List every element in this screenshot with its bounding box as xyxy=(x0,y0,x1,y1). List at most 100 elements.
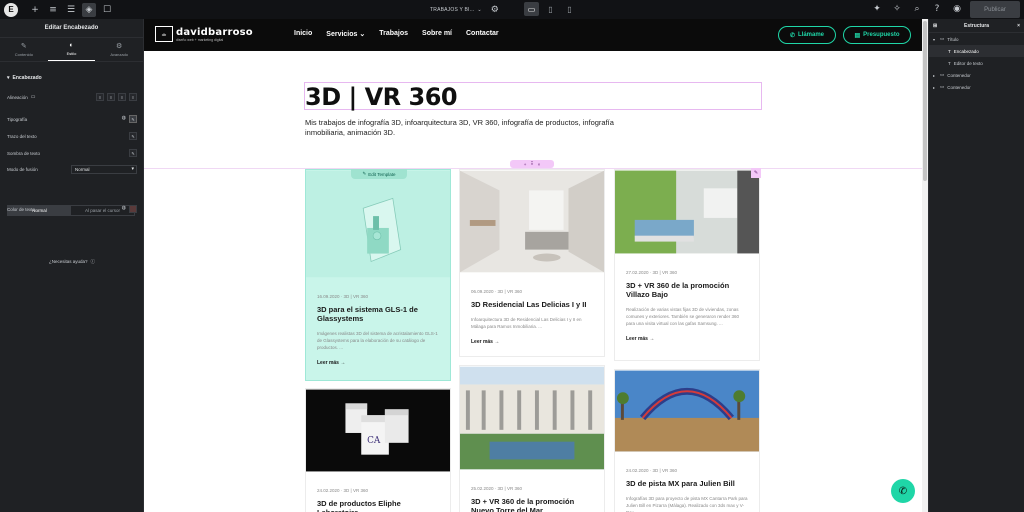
edit-typography-button[interactable]: ✎ xyxy=(129,115,137,123)
ai-icon[interactable]: ✦ xyxy=(870,2,884,16)
structure-item[interactable]: ▾ ▭ Título xyxy=(929,33,1024,45)
chevron-down-icon: ▾ xyxy=(7,75,10,81)
card-title[interactable]: 3D de pista MX para Julien Bill xyxy=(626,479,748,488)
layers-icon[interactable]: ◈ xyxy=(82,2,96,17)
editor-topbar: E + ≡ ☰ ◈ ☐ TRABAJOS Y BI... ⌄ ⚙ ▭ ▯ ▯ ✦… xyxy=(0,0,1024,19)
card-title[interactable]: 3D para el sistema GLS-1 de Glassystems xyxy=(317,305,439,323)
card-title[interactable]: 3D + VR 360 de la promoción Nuevo Torre … xyxy=(471,497,593,512)
blend-mode-select[interactable]: Normal xyxy=(71,164,137,174)
section-heading[interactable]: ▾ Encabezado xyxy=(0,71,143,85)
element-icon: ▭ xyxy=(940,72,945,77)
edit-stroke-button[interactable]: ✎ xyxy=(129,132,137,140)
structure-icon: ⊞ xyxy=(933,22,938,29)
structure-panel: ⊞ Estructura × ▾ ▭ Título T Encabezado T Edito… xyxy=(928,19,1024,512)
close-icon[interactable]: × xyxy=(1017,23,1020,29)
portfolio-card[interactable]: CA 24.02.2020 · 3D | VR 360 3D de produc… xyxy=(305,388,451,512)
card-meta: 24.02.2020 · 3D | VR 360 xyxy=(626,468,677,473)
page-name: TRABAJOS Y BI... xyxy=(430,6,475,13)
pencil-icon: ✎ xyxy=(362,171,367,176)
page-subtitle[interactable]: Mis trabajos de infografía 3D, infoarqui… xyxy=(305,118,625,138)
desktop-icon[interactable]: ▭ xyxy=(524,2,539,16)
nav-item-contactar[interactable]: Contactar xyxy=(466,30,499,38)
add-element-icon[interactable]: + xyxy=(28,3,42,17)
call-label: Llámame xyxy=(798,32,825,38)
structure-item[interactable]: T Encabezado xyxy=(929,45,1024,57)
tab-label: Avanzado xyxy=(110,52,129,57)
section-handle[interactable]: + ⠿ × xyxy=(510,160,554,168)
portfolio-card[interactable]: 25.02.2020 · 3D | VR 360 3D + VR 360 de … xyxy=(459,365,605,512)
structure-icon[interactable]: ☰ xyxy=(64,3,78,17)
structure-title: Estructura xyxy=(963,22,989,29)
edit-widget-icon[interactable]: ✎ xyxy=(751,168,761,178)
structure-item[interactable]: ▸ ▭ Contenedor xyxy=(929,69,1024,81)
typography-label: Tipografía xyxy=(7,116,28,122)
help-link[interactable]: ¿Necesitas ayuda? ⓘ xyxy=(0,259,144,265)
scrollbar-thumb[interactable] xyxy=(923,21,927,181)
nav-item-inicio[interactable]: Inicio xyxy=(294,30,312,38)
structure-item[interactable]: ▸ ▭ Contenedor xyxy=(929,81,1024,93)
globe-icon[interactable]: ◍ xyxy=(122,115,126,123)
chevron-icon: ▾ xyxy=(933,36,936,42)
tab-advanced[interactable]: ⚙ Avanzado xyxy=(95,38,143,61)
search-icon[interactable]: ⌕ xyxy=(910,2,924,16)
mobile-icon[interactable]: ▯ xyxy=(562,2,577,16)
nav-item-servicios[interactable]: Servicios ⌄ xyxy=(326,30,365,38)
card-title[interactable]: 3D de productos Eliphe Laboratoire xyxy=(317,499,439,512)
elementor-logo-icon[interactable]: E xyxy=(4,2,18,17)
help-icon[interactable]: ? xyxy=(930,2,944,16)
nav-item-trabajos[interactable]: Trabajos xyxy=(379,30,408,38)
connect-icon[interactable]: ✧ xyxy=(890,2,904,16)
quote-label: Presupuesto xyxy=(863,32,900,38)
card-image xyxy=(460,170,604,273)
read-more-link[interactable]: Leer más → xyxy=(317,360,439,366)
logo-name: davidbarroso xyxy=(176,26,253,38)
align-left-button[interactable]: ≡ xyxy=(96,93,104,101)
pencil-icon: ✎ xyxy=(20,43,27,50)
stroke-row: Trazo del texto ✎ xyxy=(7,130,137,142)
tablet-icon[interactable]: ▯ xyxy=(543,2,558,16)
blend-label: Modo de fusión xyxy=(7,166,38,172)
edit-template-badge[interactable]: ✎ Edit Template xyxy=(351,169,407,179)
quote-button[interactable]: ▤ Presupuesto xyxy=(843,26,911,44)
edit-template-label: Edit Template xyxy=(368,171,396,177)
element-icon: ▭ xyxy=(940,36,945,41)
portfolio-card[interactable]: 27.02.2020 · 3D | VR 360 3D + VR 360 de … xyxy=(614,169,760,361)
portfolio-card[interactable]: 24.02.2020 · 3D | VR 360 3D de pista MX … xyxy=(614,369,760,512)
whatsapp-icon[interactable]: ✆ xyxy=(891,479,915,503)
card-title[interactable]: 3D Residencial Las Delicias I y II xyxy=(471,300,593,309)
page-settings-icon[interactable]: ⚙ xyxy=(488,3,502,17)
element-icon: ▭ xyxy=(940,84,945,89)
tab-content[interactable]: ✎ Contenido xyxy=(0,38,48,61)
read-more-link[interactable]: Leer más → xyxy=(626,336,748,342)
question-icon: ⓘ xyxy=(90,259,96,264)
text-color-row: Color de texto ◍ xyxy=(7,203,137,215)
main-nav: Inicio Servicios ⌄ Trabajos Sobre mí Con… xyxy=(294,30,499,38)
tab-style[interactable]: ◐ Estilo xyxy=(47,38,96,61)
page-title[interactable]: 3D | VR 360 xyxy=(305,83,458,111)
call-button[interactable]: ✆ Llámame xyxy=(778,26,836,44)
globe-icon[interactable]: ◍ xyxy=(122,205,126,213)
page-selector[interactable]: TRABAJOS Y BI... ⌄ xyxy=(430,7,482,13)
align-center-button[interactable]: ≡ xyxy=(107,93,115,101)
half-circle-icon: ◐ xyxy=(69,42,74,49)
nav-item-sobre-mi[interactable]: Sobre mí xyxy=(422,30,452,38)
card-meta: 24.02.2020 · 3D | VR 360 xyxy=(317,488,368,493)
element-icon: T xyxy=(948,48,951,54)
text-color-swatch[interactable] xyxy=(129,205,137,213)
align-right-button[interactable]: ≡ xyxy=(118,93,126,101)
card-meta: 16.09.2020 · 3D | VR 360 xyxy=(317,294,368,299)
card-title[interactable]: 3D + VR 360 de la promoción Villazo Bajo xyxy=(626,281,748,299)
preview-eye-icon[interactable]: ◉ xyxy=(950,2,964,16)
portfolio-card[interactable]: 16.09.2020 · 3D | VR 360 3D para el sist… xyxy=(305,169,451,381)
comments-icon[interactable]: ☐ xyxy=(100,3,114,17)
read-more-link[interactable]: Leer más → xyxy=(471,339,593,345)
publish-button[interactable]: Publicar xyxy=(970,1,1020,18)
structure-item[interactable]: T Editor de texto xyxy=(929,57,1024,69)
align-justify-button[interactable]: ≡ xyxy=(129,93,137,101)
structure-item-label: Editor de texto xyxy=(953,60,983,66)
site-settings-icon[interactable]: ≡ xyxy=(46,3,60,17)
site-logo[interactable]: db davidbarroso diseño web + marketing d… xyxy=(155,26,253,42)
portfolio-card[interactable]: 06.09.2020 · 3D | VR 360 3D Residencial … xyxy=(459,169,605,357)
edit-shadow-button[interactable]: ✎ xyxy=(129,149,137,157)
card-image xyxy=(460,366,604,470)
